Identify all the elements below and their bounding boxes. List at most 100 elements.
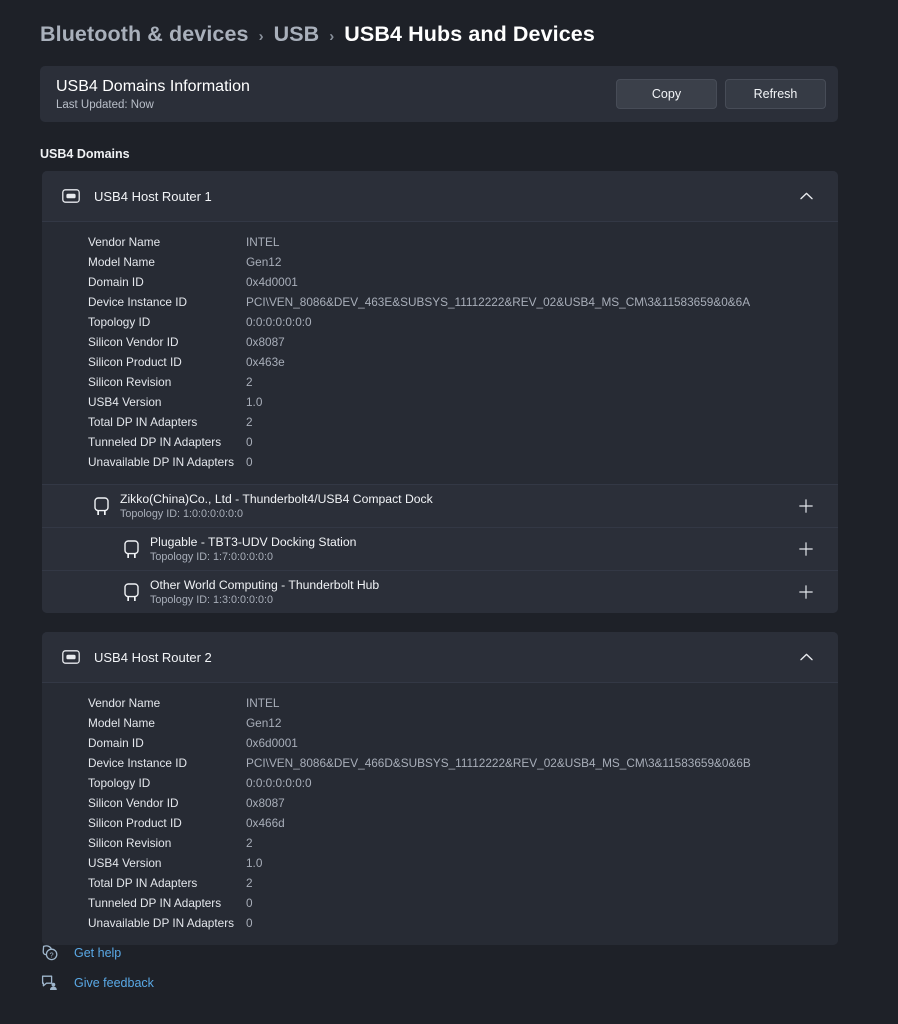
property-value: 0x463e (246, 355, 285, 369)
footer-link[interactable]: ? Get help (40, 944, 154, 961)
router-properties: Vendor NameINTELModel NameGen12Domain ID… (42, 682, 838, 945)
footer-link[interactable]: Give feedback (40, 974, 154, 991)
property-key: Total DP IN Adapters (88, 876, 246, 890)
property-key: USB4 Version (88, 395, 246, 409)
usb-port-icon (56, 189, 86, 203)
router-title: USB4 Host Router 1 (94, 189, 792, 204)
property-key: Unavailable DP IN Adapters (88, 916, 246, 930)
device-topology-id: Topology ID: 1:3:0:0:0:0:0 (150, 594, 792, 606)
property-row: Silicon Product ID0x466d (42, 813, 838, 833)
device-name: Plugable - TBT3-UDV Docking Station (150, 535, 792, 549)
property-value: Gen12 (246, 255, 281, 269)
property-value: 0x4d0001 (246, 275, 298, 289)
property-value: 1.0 (246, 395, 262, 409)
settings-page: Bluetooth & devices › USB › USB4 Hubs and De… (0, 0, 898, 1024)
property-row: Silicon Vendor ID0x8087 (42, 332, 838, 352)
device-texts: Zikko(China)Co., Ltd - Thunderbolt4/USB4… (120, 492, 792, 520)
property-value: 0x8087 (246, 335, 285, 349)
property-value: 0 (246, 916, 253, 930)
property-key: Tunneled DP IN Adapters (88, 896, 246, 910)
usb4-domains-section-label: USB4 Domains (40, 147, 130, 161)
property-key: Device Instance ID (88, 295, 246, 309)
property-row: Vendor NameINTEL (42, 232, 838, 252)
breadcrumb-link[interactable]: Bluetooth & devices (40, 22, 249, 47)
property-key: Device Instance ID (88, 756, 246, 770)
property-row: Silicon Revision2 (42, 833, 838, 853)
breadcrumb-link[interactable]: USB (274, 22, 320, 47)
property-row: Domain ID0x4d0001 (42, 272, 838, 292)
device-name: Other World Computing - Thunderbolt Hub (150, 578, 792, 592)
router-header[interactable]: USB4 Host Router 1 (42, 171, 838, 221)
info-bar-texts: USB4 Domains Information Last Updated: N… (56, 78, 250, 111)
property-value: 0x6d0001 (246, 736, 298, 750)
property-key: Tunneled DP IN Adapters (88, 435, 246, 449)
property-row: Silicon Vendor ID0x8087 (42, 793, 838, 813)
breadcrumb-current: USB4 Hubs and Devices (344, 22, 595, 47)
usb-port-icon (56, 650, 86, 664)
router-header[interactable]: USB4 Host Router 2 (42, 632, 838, 682)
expand-device-plus-icon[interactable] (792, 492, 820, 520)
property-key: Model Name (88, 716, 246, 730)
property-row: Total DP IN Adapters2 (42, 873, 838, 893)
property-value: 0x8087 (246, 796, 285, 810)
expand-device-plus-icon[interactable] (792, 535, 820, 563)
property-value: 2 (246, 876, 253, 890)
property-key: Domain ID (88, 736, 246, 750)
connected-device-row[interactable]: Plugable - TBT3-UDV Docking Station Topol… (42, 527, 838, 570)
usb-device-icon (118, 583, 144, 602)
breadcrumb-separator: › (329, 28, 334, 45)
property-row: Topology ID0:0:0:0:0:0:0 (42, 312, 838, 332)
property-value: 0 (246, 435, 253, 449)
expand-device-plus-icon[interactable] (792, 578, 820, 606)
property-value: 0:0:0:0:0:0:0 (246, 315, 312, 329)
property-row: Tunneled DP IN Adapters0 (42, 893, 838, 913)
property-row: Model NameGen12 (42, 713, 838, 733)
property-value: 1.0 (246, 856, 262, 870)
device-topology-id: Topology ID: 1:0:0:0:0:0:0 (120, 508, 792, 520)
copy-button[interactable]: Copy (616, 79, 717, 109)
property-row: Vendor NameINTEL (42, 693, 838, 713)
connected-device-row[interactable]: Other World Computing - Thunderbolt Hub T… (42, 570, 838, 613)
property-key: Unavailable DP IN Adapters (88, 455, 246, 469)
property-value: 2 (246, 375, 253, 389)
property-row: USB4 Version1.0 (42, 392, 838, 412)
property-row: Silicon Product ID0x463e (42, 352, 838, 372)
property-key: Silicon Revision (88, 375, 246, 389)
refresh-button[interactable]: Refresh (725, 79, 826, 109)
property-row: USB4 Version1.0 (42, 853, 838, 873)
property-value: 0x466d (246, 816, 285, 830)
property-row: Device Instance IDPCI\VEN_8086&DEV_466D&… (42, 753, 838, 773)
usb4-domains-info-bar: USB4 Domains Information Last Updated: N… (40, 66, 838, 122)
footer-link-label: Get help (74, 946, 121, 960)
property-value: Gen12 (246, 716, 281, 730)
connected-device-row[interactable]: Zikko(China)Co., Ltd - Thunderbolt4/USB4… (42, 484, 838, 527)
property-value: INTEL (246, 235, 279, 249)
chevron-up-icon[interactable] (792, 643, 820, 671)
property-key: Silicon Product ID (88, 355, 246, 369)
device-topology-id: Topology ID: 1:7:0:0:0:0:0 (150, 551, 792, 563)
footer-link-label: Give feedback (74, 976, 154, 990)
property-value: PCI\VEN_8086&DEV_466D&SUBSYS_11112222&RE… (246, 756, 751, 770)
property-row: Silicon Revision2 (42, 372, 838, 392)
property-row: Tunneled DP IN Adapters0 (42, 432, 838, 452)
info-bar-title: USB4 Domains Information (56, 78, 250, 96)
property-key: Silicon Revision (88, 836, 246, 850)
property-key: Model Name (88, 255, 246, 269)
help-icon: ? (40, 944, 58, 961)
property-value: 0 (246, 455, 253, 469)
property-key: USB4 Version (88, 856, 246, 870)
usb-device-icon (118, 540, 144, 559)
router-properties: Vendor NameINTEL Model NameGen12 Domain ID… (42, 221, 838, 484)
chevron-up-icon[interactable] (792, 182, 820, 210)
property-key: Silicon Vendor ID (88, 335, 246, 349)
info-bar-last-updated: Last Updated: Now (56, 99, 250, 111)
usb4-host-router-card: USB4 Host Router 1 Vendor NameINTEL Model … (42, 171, 838, 613)
property-value: PCI\VEN_8086&DEV_463E&SUBSYS_11112222&RE… (246, 295, 750, 309)
feedback-icon (40, 974, 58, 991)
property-row: Topology ID0:0:0:0:0:0:0 (42, 773, 838, 793)
property-key: Total DP IN Adapters (88, 415, 246, 429)
property-row: Unavailable DP IN Adapters0 (42, 452, 838, 472)
device-texts: Plugable - TBT3-UDV Docking Station Topol… (150, 535, 792, 563)
property-key: Topology ID (88, 315, 246, 329)
breadcrumb-separator: › (259, 28, 264, 45)
